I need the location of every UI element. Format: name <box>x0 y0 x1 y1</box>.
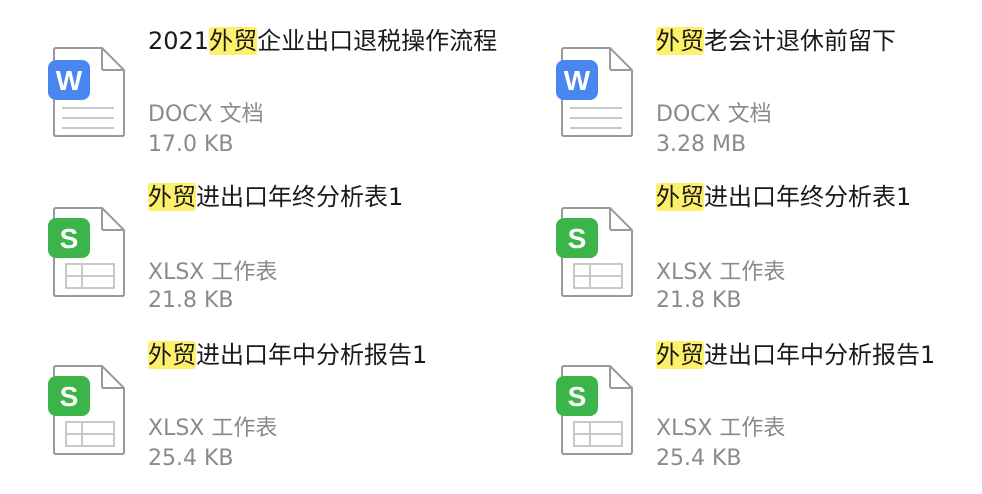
file-size: 21.8 KB <box>148 288 234 313</box>
file-name: 2021外贸企业出口退税操作流程 <box>148 26 497 56</box>
file-name-suffix: 进出口年中分析报告1 <box>704 341 936 369</box>
word-doc-icon: W <box>48 46 126 138</box>
file-type: XLSX 工作表 <box>148 416 278 441</box>
file-name: 外贸进出口年终分析表1 <box>148 182 403 212</box>
file-type: DOCX 文档 <box>148 102 264 127</box>
spreadsheet-icon: S <box>556 364 634 456</box>
badge-letter: S <box>568 223 587 254</box>
search-highlight: 外贸 <box>656 183 704 211</box>
file-name-suffix: 老会计退休前留下 <box>704 27 896 55</box>
file-item-xlsx-annual-copy[interactable]: S 外贸进出口年终分析表1 XLSX 工作表 21.8 KB <box>508 174 978 334</box>
spreadsheet-icon: S <box>556 206 634 298</box>
search-highlight: 外贸 <box>656 341 704 369</box>
file-item-docx-accountant[interactable]: W 外贸老会计退休前留下 DOCX 文档 3.28 MB <box>508 16 978 176</box>
file-name-suffix: 进出口年终分析表1 <box>704 183 912 211</box>
search-highlight: 外贸 <box>148 341 196 369</box>
file-type: DOCX 文档 <box>656 102 772 127</box>
file-name: 外贸进出口年中分析报告1 <box>656 340 935 370</box>
file-size: 21.8 KB <box>656 288 742 313</box>
file-name-prefix: 2021 <box>148 27 210 55</box>
search-highlight: 外贸 <box>209 27 258 55</box>
file-type: XLSX 工作表 <box>148 260 278 285</box>
file-size: 25.4 KB <box>148 446 234 471</box>
badge-letter: S <box>60 381 79 412</box>
file-size: 25.4 KB <box>656 446 742 471</box>
file-name-suffix: 进出口年中分析报告1 <box>196 341 428 369</box>
word-doc-icon: W <box>556 46 634 138</box>
badge-letter: S <box>568 381 587 412</box>
file-name: 外贸进出口年终分析表1 <box>656 182 911 212</box>
badge-letter: S <box>60 223 79 254</box>
file-name-suffix: 企业出口退税操作流程 <box>257 27 498 55</box>
spreadsheet-icon: S <box>48 364 126 456</box>
badge-letter: W <box>56 65 83 96</box>
file-name: 外贸进出口年中分析报告1 <box>148 340 427 370</box>
file-item-xlsx-annual[interactable]: S 外贸进出口年终分析表1 XLSX 工作表 21.8 KB <box>0 174 470 334</box>
spreadsheet-icon: S <box>48 206 126 298</box>
file-size: 3.28 MB <box>656 132 747 157</box>
badge-letter: W <box>564 65 591 96</box>
file-name: 外贸老会计退休前留下 <box>656 26 896 56</box>
search-highlight: 外贸 <box>148 183 196 211</box>
file-size: 17.0 KB <box>148 132 234 157</box>
search-highlight: 外贸 <box>656 27 704 55</box>
file-item-docx-export-tax[interactable]: W 2021外贸企业出口退税操作流程 DOCX 文档 17.0 KB <box>0 16 497 176</box>
file-item-xlsx-midyear[interactable]: S 外贸进出口年中分析报告1 XLSX 工作表 25.4 KB <box>0 334 470 494</box>
file-item-xlsx-midyear-copy[interactable]: S 外贸进出口年中分析报告1 XLSX 工作表 25.4 KB <box>508 334 978 494</box>
file-type: XLSX 工作表 <box>656 416 786 441</box>
file-name-suffix: 进出口年终分析表1 <box>196 183 404 211</box>
file-grid: W 2021外贸企业出口退税操作流程 DOCX 文档 17.0 KB W 外贸老… <box>0 0 982 486</box>
file-type: XLSX 工作表 <box>656 260 786 285</box>
